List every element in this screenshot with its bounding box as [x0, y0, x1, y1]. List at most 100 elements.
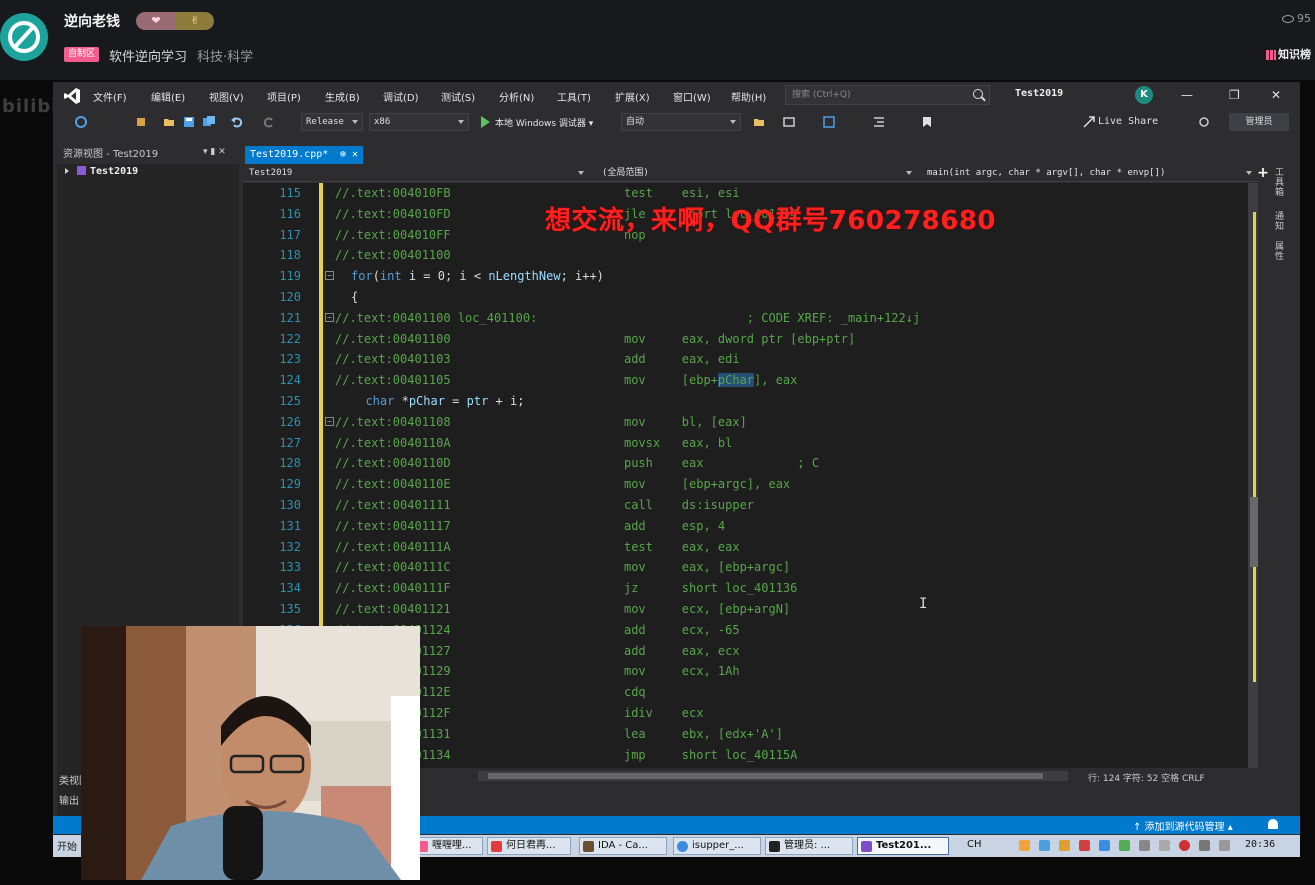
save-all-icon[interactable] — [203, 116, 215, 128]
tab-test2019-cpp[interactable]: Test2019.cpp* ⊕ ✕ — [245, 146, 363, 164]
tray-search-icon[interactable] — [1059, 840, 1070, 851]
menu-item[interactable]: 视图(V) — [209, 89, 244, 104]
menu-item[interactable]: 测试(S) — [441, 89, 475, 104]
code-line[interactable]: 130 //.text:00401111 call ds:isupper — [243, 495, 1258, 516]
menu-item[interactable]: 生成(B) — [325, 89, 360, 104]
close-window-button[interactable]: ✕ — [1271, 88, 1281, 102]
expand-arrow-icon[interactable] — [65, 168, 69, 174]
code-line[interactable]: 121 −//.text:00401100 loc_401100: ; CODE … — [243, 308, 1258, 329]
taskbar-item-visual-studio[interactable]: Test201... — [857, 837, 949, 855]
save-icon[interactable] — [183, 116, 195, 128]
code-line[interactable]: 126 −//.text:00401108 mov bl, [eax] — [243, 412, 1258, 433]
tray-app-icon[interactable] — [1079, 840, 1090, 851]
new-project-icon[interactable] — [135, 116, 147, 128]
bookmark-icon[interactable] — [823, 116, 835, 128]
account-avatar[interactable]: K — [1135, 86, 1153, 104]
code-line[interactable]: 124 //.text:00401105 mov [ebp+pChar], eax — [243, 370, 1258, 391]
minimize-button[interactable]: — — [1181, 88, 1193, 102]
menu-item[interactable]: 帮助(H) — [731, 89, 766, 104]
platform-select[interactable]: x86 — [369, 113, 469, 131]
taskbar-item-chrome[interactable]: isupper_... — [673, 837, 761, 855]
panel-controls[interactable]: ▾ ▮ ✕ — [203, 147, 226, 157]
live-share-icon[interactable] — [1083, 116, 1095, 128]
rail-tab-properties[interactable]: 属性 — [1275, 242, 1285, 262]
scope-dropdown[interactable]: (全局范围) — [598, 164, 918, 182]
code-line[interactable]: 133 //.text:0040111C mov eax, [ebp+argc] — [243, 557, 1258, 578]
folder-icon[interactable] — [753, 116, 765, 128]
tray-app-icon[interactable] — [1119, 840, 1130, 851]
project-dropdown[interactable]: Test2019 — [245, 164, 590, 182]
code-line[interactable]: 122 //.text:00401100 mov eax, dword ptr [… — [243, 329, 1258, 350]
streamer-name[interactable]: 逆向老钱 — [64, 11, 120, 31]
menu-item[interactable]: 文件(F) — [93, 89, 127, 104]
debug-mode-select[interactable]: 自动 — [621, 113, 741, 131]
room-subcategory[interactable]: 科技·科学 — [197, 46, 253, 65]
horizontal-scroll-thumb[interactable] — [488, 773, 1043, 779]
function-dropdown[interactable]: main(int argc, char * argv[], char * env… — [923, 164, 1258, 182]
menu-item[interactable]: 窗口(W) — [673, 89, 711, 104]
tray-app-icon[interactable] — [1039, 840, 1050, 851]
vertical-scroll-thumb[interactable] — [1250, 497, 1258, 567]
indent-icon[interactable] — [873, 116, 885, 128]
rail-tab-toolbox[interactable]: 工具箱 — [1275, 168, 1285, 198]
notification-bell-icon[interactable] — [1268, 819, 1278, 829]
taskbar-clock[interactable]: 20:36 — [1245, 839, 1275, 850]
tray-app-icon[interactable] — [1159, 840, 1170, 851]
rail-tab-notifications[interactable]: 通知 — [1275, 212, 1285, 232]
code-line[interactable]: 128 //.text:0040110D push eax ; C — [243, 453, 1258, 474]
heart-badge-icon[interactable]: ❤ — [136, 12, 176, 30]
output-tab[interactable]: 输出 — [59, 792, 79, 807]
configuration-select[interactable]: Release — [301, 113, 363, 131]
tray-network-icon[interactable] — [1139, 840, 1150, 851]
tree-item-project[interactable]: Test2019 — [65, 166, 138, 177]
start-button[interactable]: 开始 — [57, 838, 77, 853]
screenshot-icon[interactable] — [783, 116, 795, 128]
code-line[interactable]: 118 //.text:00401100 — [243, 245, 1258, 266]
code-line[interactable]: 125 char *pChar = ptr + i; — [243, 391, 1258, 412]
search-icon[interactable] — [973, 89, 983, 99]
code-line[interactable]: 120 { — [243, 287, 1258, 308]
undo-icon[interactable] — [231, 116, 243, 128]
add-icon[interactable]: + — [1256, 166, 1270, 180]
code-line[interactable]: 119 − for(int i = 0; i < nLengthNew; i++) — [243, 266, 1258, 287]
fold-toggle-icon[interactable]: − — [325, 416, 334, 426]
open-folder-icon[interactable] — [163, 116, 175, 128]
code-line[interactable]: 131 //.text:00401117 add esp, 4 — [243, 516, 1258, 537]
code-line[interactable]: 123 //.text:00401103 add eax, edi — [243, 349, 1258, 370]
taskbar-item-music[interactable]: 何日君再... — [487, 837, 571, 855]
add-to-source-control-button[interactable]: ↑ 添加到源代码管理 ▴ — [1133, 818, 1233, 833]
live-share-button[interactable]: Live Share — [1098, 116, 1158, 127]
menu-item[interactable]: 调试(D) — [383, 89, 419, 104]
maximize-button[interactable]: ❐ — [1229, 88, 1240, 102]
streamer-avatar[interactable] — [0, 8, 50, 66]
fan-badge-icon[interactable]: ✌ — [176, 12, 214, 30]
code-line[interactable]: 132 //.text:0040111A test eax, eax — [243, 537, 1258, 558]
redo-icon[interactable] — [263, 116, 275, 128]
start-debugging-icon[interactable] — [481, 116, 490, 128]
tray-app-icon[interactable] — [1199, 840, 1210, 851]
tab-close-icon[interactable]: ⊕ ✕ — [340, 146, 358, 164]
rank-label[interactable]: 知识榜 — [1266, 46, 1311, 62]
code-line[interactable]: 129 //.text:0040110E mov [ebp+argc], eax — [243, 474, 1258, 495]
start-debugging-button[interactable]: 本地 Windows 调试器 ▾ — [495, 116, 593, 129]
feedback-icon[interactable] — [1198, 116, 1210, 128]
code-line[interactable]: 134 //.text:0040111F jz short loc_401136 — [243, 578, 1258, 599]
room-category[interactable]: 软件逆向学习 — [109, 46, 187, 65]
tray-warning-icon[interactable] — [1179, 840, 1190, 851]
menu-item[interactable]: 扩展(X) — [615, 89, 650, 104]
tray-app-icon[interactable] — [1099, 840, 1110, 851]
volume-icon[interactable] — [1219, 840, 1230, 851]
code-line[interactable]: 127 //.text:0040110A movsx eax, bl — [243, 433, 1258, 454]
code-line[interactable]: 135 //.text:00401121 mov ecx, [ebp+argN] — [243, 599, 1258, 620]
taskbar-item-cmd[interactable]: 管理员: ... — [765, 837, 853, 855]
back-nav-icon[interactable] — [75, 116, 87, 128]
taskbar-item-ida[interactable]: IDA - Ca... — [579, 837, 667, 855]
bookmark-flag-icon[interactable] — [921, 116, 933, 128]
fold-toggle-icon[interactable]: − — [325, 271, 334, 281]
menu-item[interactable]: 分析(N) — [499, 89, 534, 104]
search-input[interactable]: 搜索 (Ctrl+Q) — [785, 85, 990, 105]
menu-item[interactable]: 工具(T) — [557, 89, 591, 104]
menu-item[interactable]: 项目(P) — [267, 89, 301, 104]
input-method-indicator[interactable]: CH — [967, 839, 982, 850]
taskbar-item-bilibili[interactable]: 喱喱哩... — [413, 837, 483, 855]
